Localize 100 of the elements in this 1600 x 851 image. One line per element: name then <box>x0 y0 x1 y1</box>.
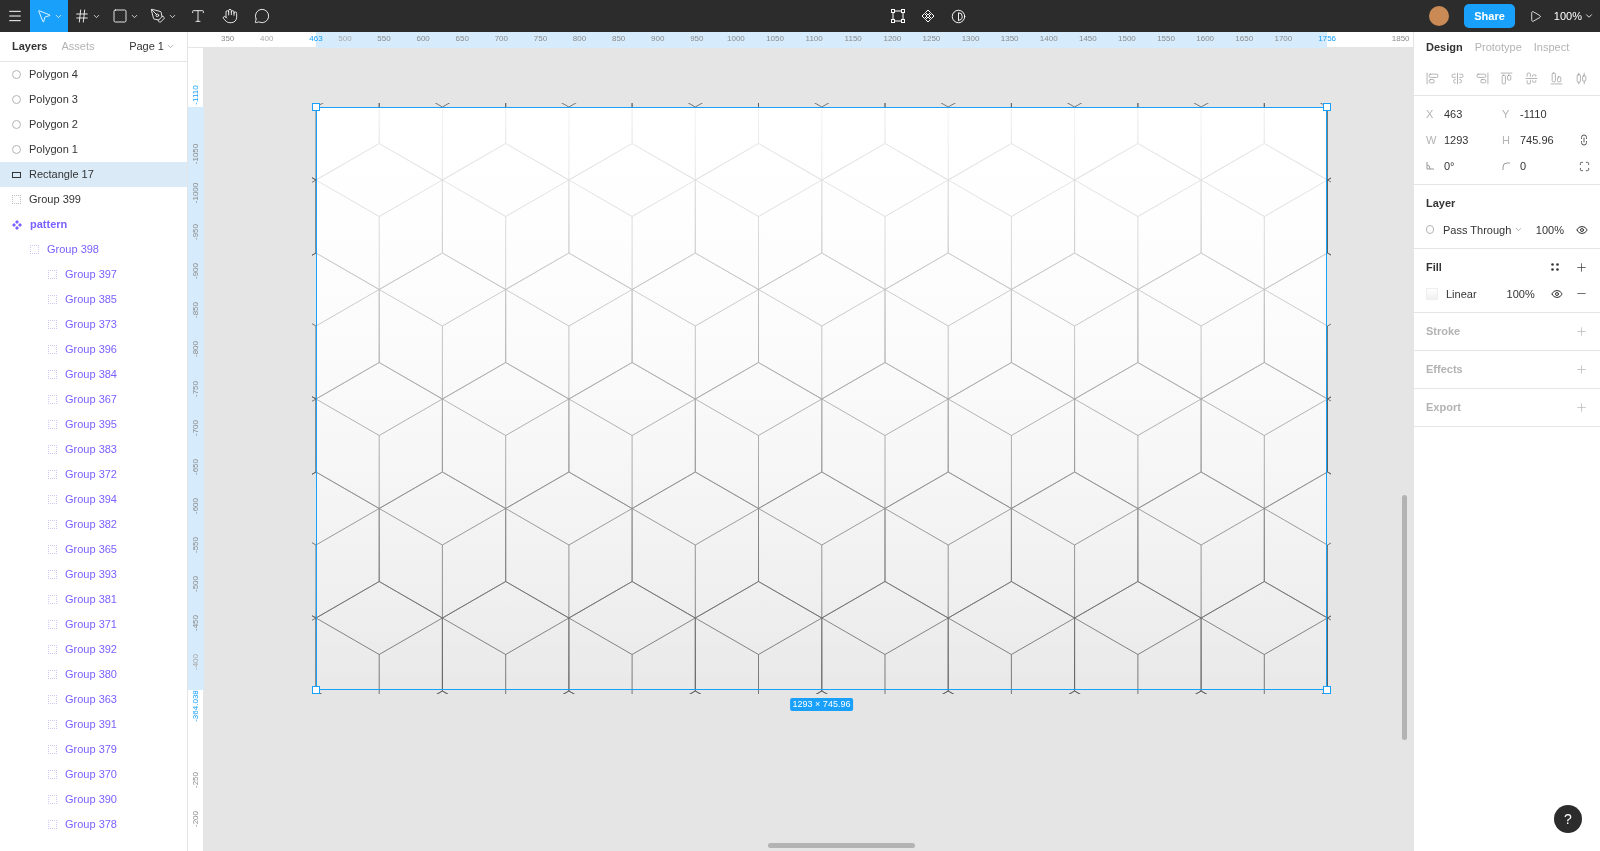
layer-item[interactable]: Group 394 <box>0 487 187 512</box>
layer-item[interactable]: Group 397 <box>0 262 187 287</box>
layer-name: Group 398 <box>47 242 99 258</box>
share-button[interactable]: Share <box>1464 4 1515 28</box>
dotted-square-icon <box>48 320 57 329</box>
ruler-label: -900 <box>191 263 201 280</box>
layer-item[interactable]: Polygon 1 <box>0 137 187 162</box>
ruler-label: -1110 <box>191 85 201 105</box>
zoom-dropdown[interactable]: 100% <box>1553 7 1594 25</box>
layer-item[interactable]: Group 379 <box>0 737 187 762</box>
ruler-label: 1400 <box>1039 34 1058 44</box>
ruler-label: -200 <box>191 810 201 827</box>
component-icon[interactable] <box>921 8 936 23</box>
frame-corners-icon[interactable] <box>891 8 906 23</box>
layer-name: Group 372 <box>65 467 117 483</box>
caret-icon <box>166 42 175 51</box>
layer-name: Polygon 3 <box>29 92 78 108</box>
dotted-square-icon <box>48 645 57 654</box>
layer-name: Group 384 <box>65 367 117 383</box>
layer-item[interactable]: Group 372 <box>0 462 187 487</box>
dotted-square-icon <box>48 695 57 704</box>
layer-item[interactable]: Group 396 <box>0 337 187 362</box>
layer-item[interactable]: Group 382 <box>0 512 187 537</box>
layer-item[interactable]: Group 371 <box>0 612 187 637</box>
rotation-field[interactable]: 0° <box>1426 156 1502 176</box>
radius-field[interactable]: 0 <box>1502 156 1578 176</box>
styles-icon[interactable] <box>1551 263 1559 272</box>
layer-name: Group 371 <box>65 617 117 633</box>
layer-item[interactable]: Group 384 <box>0 362 187 387</box>
layer-item[interactable]: Group 393 <box>0 562 187 587</box>
ruler-label: 800 <box>572 34 587 44</box>
help-button[interactable]: ? <box>1554 805 1582 833</box>
ruler-label: 1250 <box>922 34 941 44</box>
layer-item[interactable]: Polygon 3 <box>0 87 187 112</box>
layer-name: Group 382 <box>65 517 117 533</box>
dotted-square-icon <box>48 770 57 779</box>
layer-item[interactable]: Group 383 <box>0 437 187 462</box>
layer-name: Group 373 <box>65 317 117 333</box>
ruler-label: 1300 <box>961 34 980 44</box>
add-icon[interactable] <box>1575 260 1588 274</box>
layer-name: Rectangle 17 <box>29 167 94 183</box>
layer-item[interactable]: Group 399 <box>0 187 187 212</box>
layer-name: Polygon 2 <box>29 117 78 133</box>
eye-icon[interactable] <box>1576 223 1588 236</box>
layer-item[interactable]: Group 385 <box>0 287 187 312</box>
layer-item[interactable]: Polygon 4 <box>0 62 187 87</box>
dotted-square-icon <box>48 620 57 629</box>
layer-item[interactable]: Group 365 <box>0 537 187 562</box>
ruler-label: 1600 <box>1196 34 1214 44</box>
number-field[interactable]: H 745.96 <box>1502 130 1578 150</box>
rectangle-icon <box>12 171 21 178</box>
layer-item[interactable]: Group 367 <box>0 387 187 412</box>
layer-item[interactable]: Group 395 <box>0 412 187 437</box>
component-icon <box>12 219 22 230</box>
hand-tool-icon <box>222 8 238 24</box>
ruler-label: 1150 <box>844 34 862 44</box>
layer-item[interactable]: Group 373 <box>0 312 187 337</box>
dotted-square-icon <box>48 720 57 729</box>
dotted-square-icon <box>48 370 57 379</box>
layer-item[interactable]: Group 392 <box>0 637 187 662</box>
horizontal-scrollbar[interactable] <box>768 843 915 848</box>
layer-item[interactable]: Rectangle 17 <box>0 162 187 187</box>
layer-item[interactable]: Group 380 <box>0 662 187 687</box>
layer-item[interactable]: Polygon 2 <box>0 112 187 137</box>
opacity-value[interactable]: 100% <box>1506 285 1535 302</box>
dotted-square-icon <box>48 295 57 304</box>
layer-item[interactable]: Group 398 <box>0 237 187 262</box>
ruler-label: 400 <box>260 34 274 44</box>
corners-icon[interactable] <box>1578 160 1590 172</box>
contrast-icon[interactable] <box>951 8 967 24</box>
size-label: 1293 × 745.96 <box>789 698 854 711</box>
layer-item[interactable]: Group 390 <box>0 787 187 812</box>
panel-tab[interactable]: Design <box>1426 38 1463 56</box>
vertical-scrollbar[interactable] <box>1402 495 1407 740</box>
ruler-label: 1650 <box>1235 34 1254 44</box>
avatar[interactable] <box>1429 6 1450 26</box>
panel-tab[interactable]: Layers <box>12 38 48 55</box>
ruler-label: 1050 <box>766 34 784 44</box>
layer-item[interactable]: Group 363 <box>0 687 187 712</box>
link-icon[interactable] <box>1578 134 1590 146</box>
layer-item[interactable]: Group 370 <box>0 762 187 787</box>
number-field[interactable]: W 1293 <box>1426 130 1502 150</box>
number-field[interactable]: X 463 <box>1426 104 1502 124</box>
dotted-square-icon <box>48 820 57 829</box>
layer-name: Group 381 <box>65 592 117 608</box>
play-icon[interactable] <box>1528 9 1542 23</box>
layer-name: Group 394 <box>65 492 117 508</box>
number-field[interactable]: Y -1110 <box>1502 104 1578 124</box>
layer-item[interactable]: Group 381 <box>0 587 187 612</box>
opacity-value[interactable]: 100% <box>1535 221 1564 238</box>
dotted-square-icon <box>48 470 57 479</box>
eye-icon[interactable] <box>1551 287 1563 300</box>
page-dropdown[interactable]: Page 1 <box>129 38 175 55</box>
layer-item[interactable]: pattern <box>0 212 187 237</box>
layer-item[interactable]: Group 391 <box>0 712 187 737</box>
dotted-square-icon <box>48 395 57 404</box>
blend-mode-dropdown[interactable]: Pass Through <box>1443 221 1524 238</box>
dotted-square-icon <box>48 345 57 354</box>
section-title: Export <box>1426 400 1461 416</box>
layer-item[interactable]: Group 378 <box>0 812 187 837</box>
